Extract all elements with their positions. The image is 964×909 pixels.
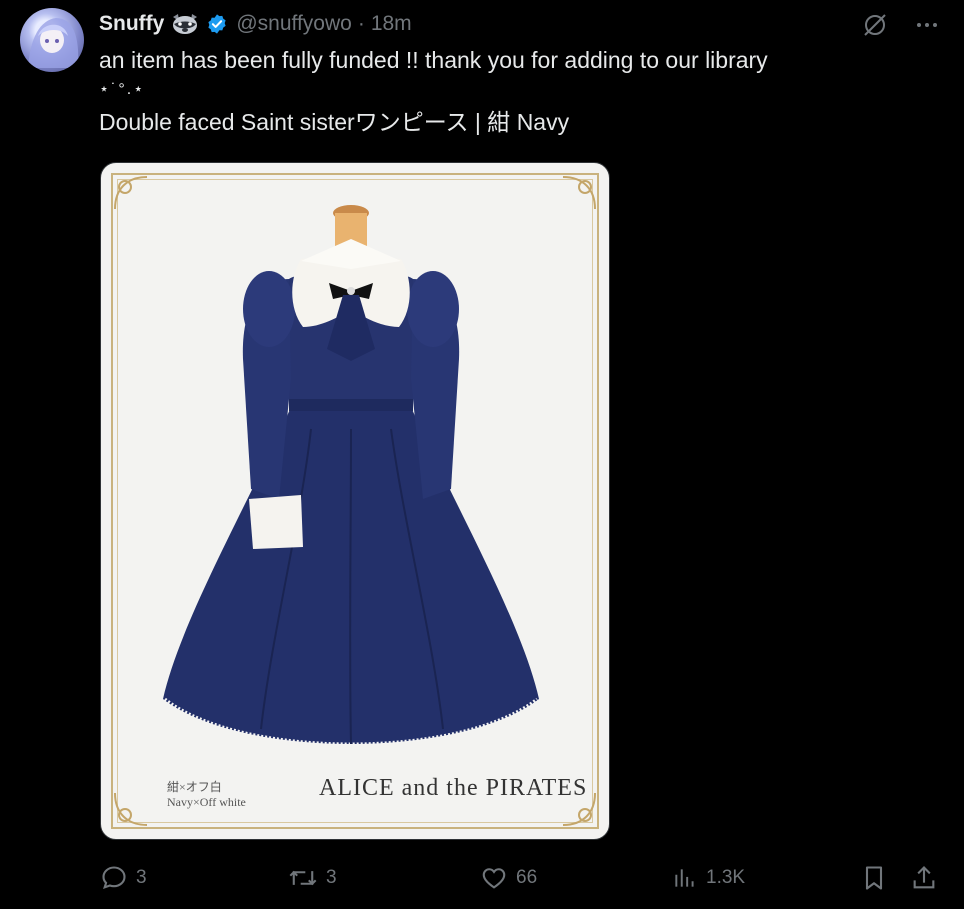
display-name[interactable]: Snuffy [99, 12, 164, 36]
tweet-text: an item has been fully funded !! thank y… [99, 44, 939, 138]
share-icon [913, 866, 935, 889]
ornament-corner-icon [114, 792, 148, 826]
grok-icon[interactable] [860, 10, 890, 40]
verified-badge-icon[interactable] [206, 13, 228, 35]
more-options-icon[interactable] [912, 10, 942, 40]
reply-button[interactable]: 3 [100, 860, 147, 896]
reply-icon [102, 866, 126, 890]
user-handle[interactable]: @snuffyowo [236, 12, 352, 36]
repost-button[interactable]: 3 [288, 860, 337, 896]
tweet-text-line-3: Double faced Saint sisterワンピース | 紺 Navy [99, 109, 570, 135]
ornament-corner-icon [562, 176, 596, 210]
separator-dot: · [357, 12, 365, 35]
dress-photo [163, 205, 539, 746]
color-caption: 紺×オフ白 Navy×Off white [167, 780, 246, 810]
views-count: 1.3K [706, 867, 746, 888]
analytics-icon [675, 869, 694, 887]
share-button[interactable] [910, 860, 938, 896]
raccoon-emoji-icon [170, 13, 200, 35]
tweet-text-line-1: an item has been fully funded !! thank y… [99, 47, 768, 73]
tweet-action-bar: 3 3 66 1.3K [100, 860, 940, 896]
heart-icon [482, 868, 506, 889]
tweet-media-image[interactable]: 紺×オフ白 Navy×Off white ALICE and the PIRAT… [100, 162, 610, 840]
like-button[interactable]: 66 [480, 860, 537, 896]
tweet-text-line-2: ⋆˙°.⋆ [99, 81, 146, 98]
repost-count: 3 [326, 867, 337, 888]
like-count: 66 [516, 867, 538, 888]
bookmark-icon [865, 866, 883, 890]
bookmark-button[interactable] [860, 860, 888, 896]
timestamp[interactable]: 18m [371, 12, 412, 36]
reply-count: 3 [136, 867, 147, 888]
brand-logo-text: ALICE and the PIRATES [319, 775, 588, 801]
tweet-top-actions [860, 10, 942, 40]
tweet-header: Snuffy @snuffyowo · 18m [99, 10, 412, 38]
repost-icon [289, 870, 317, 886]
ornament-corner-icon [114, 176, 148, 210]
color-caption-jp: 紺×オフ白 [167, 780, 222, 794]
color-caption-en: Navy×Off white [167, 795, 246, 809]
avatar[interactable] [20, 8, 84, 72]
views-button[interactable]: 1.3K [672, 860, 745, 896]
